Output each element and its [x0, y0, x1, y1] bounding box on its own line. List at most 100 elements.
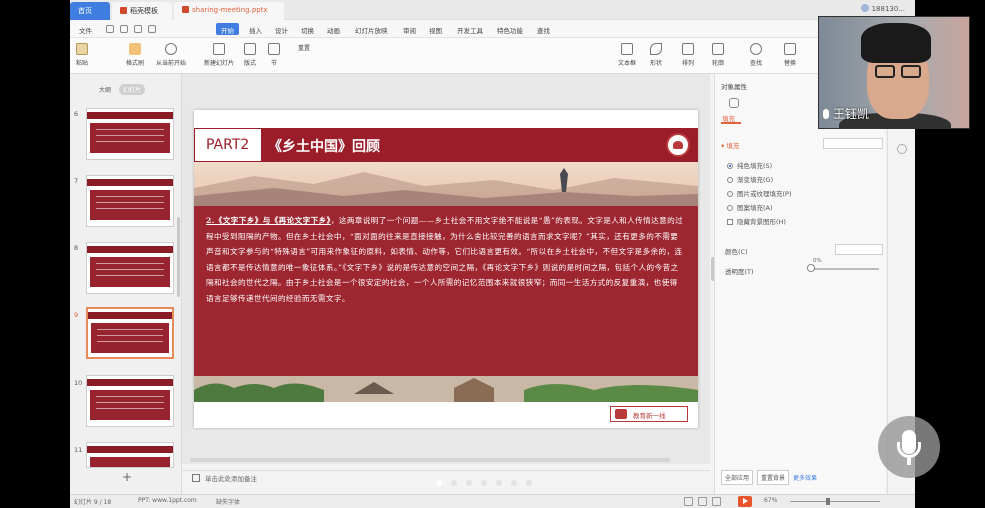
menu-home-tab[interactable]: 开始: [216, 23, 239, 35]
menu-developer[interactable]: 开发工具: [452, 23, 488, 35]
chapter-heading: 2.《文字下乡》与《再论文字下乡》: [206, 216, 331, 225]
zoom-slider[interactable]: [790, 501, 880, 502]
slide-thumbnail[interactable]: [86, 108, 174, 160]
section-fill[interactable]: ▾ 填充: [721, 140, 739, 150]
redo-icon[interactable]: [148, 25, 156, 33]
reset-button[interactable]: 重置: [298, 43, 310, 52]
outline-button[interactable]: 轮廓: [712, 43, 724, 67]
find-button[interactable]: 查找: [750, 43, 762, 67]
print-icon[interactable]: [120, 25, 128, 33]
menu-transition[interactable]: 切换: [296, 23, 319, 35]
option-label: 图片或纹理填充(P): [737, 190, 792, 198]
mic-icon: [823, 109, 829, 119]
fill-dropdown[interactable]: [823, 138, 883, 149]
save-icon[interactable]: [106, 25, 114, 33]
slide-title[interactable]: 《乡土中国》回顾: [268, 136, 380, 156]
transparency-label: 透明度(T): [725, 268, 754, 276]
apply-all-button[interactable]: 全部应用: [721, 470, 754, 485]
slide-thumbnail-selected[interactable]: [86, 307, 174, 359]
tab-slides[interactable]: 幻灯片: [119, 84, 146, 95]
radio-icon: [727, 191, 733, 197]
tab-outline[interactable]: 大纲: [95, 84, 115, 95]
replace-icon: [784, 43, 796, 55]
tab-home-label: 首页: [78, 7, 92, 15]
menu-slideshow[interactable]: 幻灯片放映: [350, 23, 393, 35]
thumb-number: 8: [74, 244, 79, 252]
panel-tabs: 大纲 幻灯片: [95, 84, 149, 95]
tab-docer[interactable]: 稻壳模板: [112, 2, 172, 20]
option-hide-background[interactable]: 隐藏背景图形(H): [727, 216, 786, 226]
pager-dot: [436, 480, 442, 486]
zoom-level[interactable]: 67%: [764, 497, 777, 504]
menu-design[interactable]: 设计: [270, 23, 293, 35]
slide-thumbnail[interactable]: [86, 242, 174, 294]
normal-view-icon[interactable]: [684, 497, 693, 506]
paste-button[interactable]: 粘贴: [76, 43, 88, 67]
replace-button[interactable]: 替换: [784, 43, 796, 67]
layout-label: 版式: [244, 60, 257, 67]
option-label: 渐变填充(G): [737, 176, 774, 184]
textbox-button[interactable]: 文本框: [618, 43, 636, 67]
user-area[interactable]: 188130...: [860, 4, 905, 13]
undo-icon[interactable]: [134, 25, 142, 33]
option-pattern-fill[interactable]: 图案填充(A): [727, 202, 773, 212]
tab-home[interactable]: 首页: [70, 2, 110, 20]
glasses-left: [875, 65, 895, 78]
slide-thumbnail[interactable]: [86, 375, 174, 427]
slide-thumbnail[interactable]: [86, 442, 174, 468]
menu-features[interactable]: 特色功能: [492, 23, 528, 35]
docer-icon: [120, 7, 127, 14]
missing-font-indicator[interactable]: 缺失字体: [216, 497, 240, 506]
glasses-right: [901, 65, 921, 78]
zoom-slider-knob[interactable]: [826, 498, 830, 505]
arrange-icon: [682, 43, 694, 55]
menu-file[interactable]: 文件: [74, 23, 97, 35]
transparency-slider[interactable]: [807, 268, 879, 270]
settings-icon[interactable]: [897, 144, 907, 154]
option-solid-fill[interactable]: 纯色填充(S): [727, 160, 772, 170]
layout-button[interactable]: 版式: [244, 43, 256, 67]
tab-document[interactable]: sharing-meeting.pptx: [174, 2, 284, 20]
more-effects-link[interactable]: 更多效果: [793, 475, 817, 482]
reading-view-icon[interactable]: [712, 497, 721, 506]
find-label: 查找: [750, 60, 763, 67]
slide[interactable]: PART2 《乡土中国》回顾 2.《文字下乡》与《再论文字下乡》，这两章说明了一…: [194, 110, 698, 428]
add-slide-icon[interactable]: +: [122, 470, 132, 484]
reset-background-button[interactable]: 重置背景: [757, 470, 790, 485]
pager-dot: [481, 480, 487, 486]
format-painter-button[interactable]: 格式刷: [126, 43, 144, 67]
webcam-hair: [861, 23, 931, 63]
option-picture-fill[interactable]: 图片或纹理填充(P): [727, 188, 792, 198]
slider-knob[interactable]: [807, 264, 815, 272]
thumbnail-scrollbar[interactable]: [177, 217, 180, 297]
object-properties-panel: 对象属性 填充 ▾ 填充 纯色填充(S) 渐变填充(G) 图片或纹理填充(P) …: [714, 74, 885, 494]
slide-thumbnail[interactable]: [86, 175, 174, 227]
menu-view[interactable]: 视图: [424, 23, 447, 35]
option-gradient-fill[interactable]: 渐变填充(G): [727, 174, 773, 184]
arrange-label: 排列: [682, 60, 695, 67]
pptx-file-icon: [182, 6, 189, 13]
slide-text-box[interactable]: 2.《文字下乡》与《再论文字下乡》，这两章说明了一个问题——乡土社会不用文字绝不…: [194, 206, 698, 376]
menu-insert[interactable]: 插入: [244, 23, 267, 35]
new-slide-button[interactable]: 新建幻灯片: [204, 43, 234, 67]
menu-review[interactable]: 审阅: [398, 23, 421, 35]
color-picker[interactable]: [835, 244, 883, 255]
radio-icon: [727, 163, 733, 169]
horizontal-scrollbar[interactable]: [190, 458, 670, 462]
play-from-current-button[interactable]: 从当前开始: [156, 43, 186, 67]
slide-counter: 幻灯片 9 / 18: [74, 499, 112, 506]
fill-tab-icon[interactable]: [729, 98, 739, 108]
menu-animation[interactable]: 动画: [322, 23, 345, 35]
pager-dot: [496, 480, 502, 486]
option-label: 图案填充(A): [737, 204, 773, 212]
shape-button[interactable]: 形状: [650, 43, 662, 67]
microphone-button[interactable]: [878, 416, 940, 478]
arrange-button[interactable]: 排列: [682, 43, 694, 67]
microphone-stem: [907, 458, 911, 465]
sorter-view-icon[interactable]: [698, 497, 707, 506]
thumb-number: 11: [74, 446, 83, 454]
slide-body-text[interactable]: 2.《文字下乡》与《再论文字下乡》，这两章说明了一个问题——乡土社会不用文字绝不…: [206, 213, 684, 306]
section-button[interactable]: 节: [268, 43, 280, 67]
slideshow-play-button[interactable]: [738, 496, 752, 507]
menu-search[interactable]: 查找: [532, 23, 555, 35]
